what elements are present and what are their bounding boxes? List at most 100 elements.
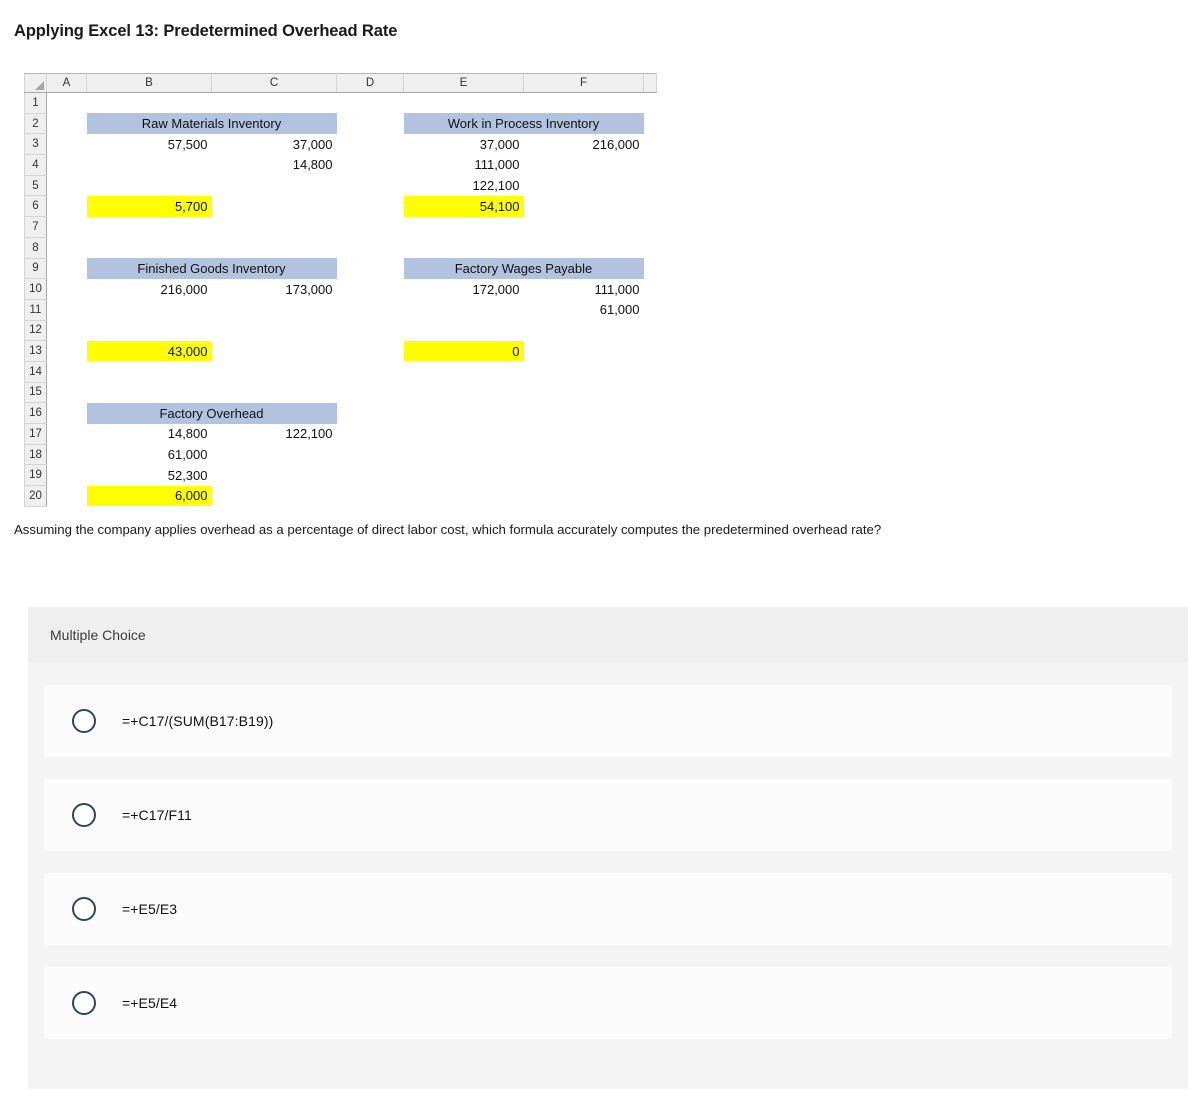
cell-d3[interactable] (337, 134, 404, 155)
cell-b11[interactable] (87, 299, 212, 320)
cell-c11[interactable] (212, 299, 337, 320)
row-header-13[interactable]: 13 (24, 340, 47, 362)
cell-c14[interactable] (212, 361, 337, 382)
cell-e7[interactable] (404, 217, 524, 238)
cell-b6-balance-raw-materials[interactable]: 5,700 (86, 195, 212, 217)
cell-e19[interactable] (404, 465, 524, 486)
cell-a2[interactable] (47, 113, 87, 134)
cell-b7[interactable] (87, 217, 212, 238)
row-header-19[interactable]: 19 (24, 464, 47, 487)
cell-a19[interactable] (47, 465, 87, 486)
cell-c13[interactable] (212, 341, 337, 362)
cell-d6[interactable] (337, 196, 404, 217)
cell-a15[interactable] (47, 382, 87, 403)
cell-b10[interactable]: 216,000 (87, 279, 212, 300)
cell-a10[interactable] (47, 279, 87, 300)
cell-c3[interactable]: 37,000 (212, 134, 337, 155)
cell-e4[interactable]: 111,000 (404, 155, 524, 176)
cell-d16[interactable] (337, 403, 404, 424)
cell-d17[interactable] (337, 424, 404, 445)
column-header-f[interactable]: F (523, 73, 644, 93)
cell-f20[interactable] (524, 486, 644, 507)
cell-d20[interactable] (337, 486, 404, 507)
cell-b4[interactable] (87, 155, 212, 176)
cell-e1[interactable] (404, 93, 524, 114)
cell-b17[interactable]: 14,800 (87, 424, 212, 445)
cell-c12[interactable] (212, 320, 337, 341)
cell-d15[interactable] (337, 382, 404, 403)
cell-a9[interactable] (47, 258, 87, 279)
radio-button-icon-3[interactable] (72, 897, 96, 921)
cell-e17[interactable] (404, 424, 524, 445)
cell-a6[interactable] (47, 196, 87, 217)
radio-button-icon-4[interactable] (72, 991, 96, 1015)
cell-f10[interactable]: 111,000 (524, 279, 644, 300)
cell-f14[interactable] (524, 361, 644, 382)
cell-f16[interactable] (524, 403, 644, 424)
cell-e13-balance-factory-wages[interactable]: 0 (403, 340, 524, 362)
cell-d19[interactable] (337, 465, 404, 486)
cell-e5[interactable]: 122,100 (404, 175, 524, 196)
row-header-18[interactable]: 18 (24, 443, 47, 466)
cell-b1[interactable] (87, 93, 212, 114)
cell-d9[interactable] (337, 258, 404, 279)
row-header-1[interactable]: 1 (24, 92, 47, 114)
cell-b5[interactable] (87, 175, 212, 196)
column-header-a[interactable]: A (46, 73, 87, 93)
cell-b19[interactable]: 52,300 (87, 465, 212, 486)
cell-a4[interactable] (47, 155, 87, 176)
cell-b15[interactable] (87, 382, 212, 403)
cell-f4[interactable] (524, 155, 644, 176)
cell-c1[interactable] (212, 93, 337, 114)
answer-option-3[interactable]: =+E5/E3 (44, 873, 1172, 945)
cell-b12[interactable] (87, 320, 212, 341)
cell-a13[interactable] (47, 341, 87, 362)
cell-d4[interactable] (337, 155, 404, 176)
cell-a5[interactable] (47, 175, 87, 196)
cell-e11[interactable] (404, 299, 524, 320)
cell-b18[interactable]: 61,000 (87, 444, 212, 465)
cell-d8[interactable] (337, 237, 404, 258)
cell-e6-balance-work-in-process[interactable]: 54,100 (403, 195, 524, 217)
cell-d18[interactable] (337, 444, 404, 465)
row-header-5[interactable]: 5 (24, 174, 47, 197)
cell-b3[interactable]: 57,500 (87, 134, 212, 155)
cell-f18[interactable] (524, 444, 644, 465)
select-all-corner[interactable] (24, 73, 47, 93)
row-header-10[interactable]: 10 (24, 278, 47, 300)
row-header-20[interactable]: 20 (24, 485, 47, 507)
cell-c18[interactable] (212, 444, 337, 465)
cell-d13[interactable] (337, 341, 404, 362)
cell-e8[interactable] (404, 237, 524, 258)
cell-e20[interactable] (404, 486, 524, 507)
cell-f8[interactable] (524, 237, 644, 258)
answer-option-1[interactable]: =+C17/(SUM(B17:B19)) (44, 685, 1172, 757)
cell-a16[interactable] (47, 403, 87, 424)
cell-c10[interactable]: 173,000 (212, 279, 337, 300)
cell-c17[interactable]: 122,100 (212, 424, 337, 445)
cell-c7[interactable] (212, 217, 337, 238)
cell-e14[interactable] (404, 361, 524, 382)
cell-f17[interactable] (524, 424, 644, 445)
cell-b14[interactable] (87, 361, 212, 382)
cell-d14[interactable] (337, 361, 404, 382)
row-header-6[interactable]: 6 (24, 195, 47, 218)
row-header-3[interactable]: 3 (24, 133, 47, 156)
cell-d7[interactable] (337, 217, 404, 238)
cell-e10[interactable]: 172,000 (404, 279, 524, 300)
cell-d12[interactable] (337, 320, 404, 341)
radio-button-icon-2[interactable] (72, 803, 96, 827)
cell-c19[interactable] (212, 465, 337, 486)
cell-e16[interactable] (404, 403, 524, 424)
cell-b8[interactable] (87, 237, 212, 258)
cell-a17[interactable] (47, 424, 87, 445)
cell-f19[interactable] (524, 465, 644, 486)
cell-a18[interactable] (47, 444, 87, 465)
column-header-d[interactable]: D (336, 73, 404, 93)
cell-f3[interactable]: 216,000 (524, 134, 644, 155)
cell-f12[interactable] (524, 320, 644, 341)
column-header-b[interactable]: B (86, 73, 212, 93)
cell-e3[interactable]: 37,000 (404, 134, 524, 155)
cell-a1[interactable] (47, 93, 87, 114)
cell-f13[interactable] (524, 341, 644, 362)
